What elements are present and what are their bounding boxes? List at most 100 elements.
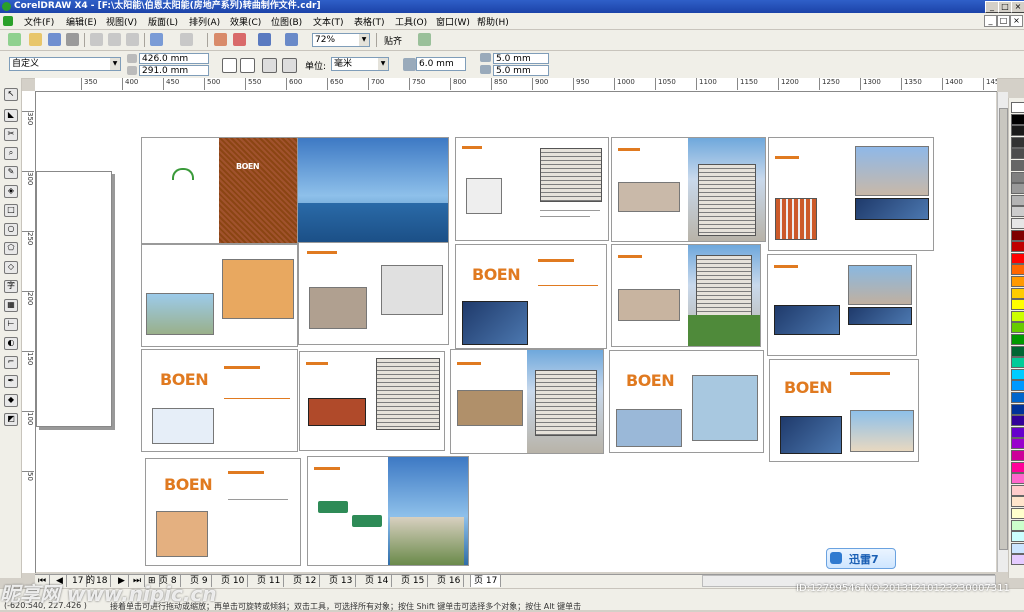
vertical-scrollbar[interactable] — [997, 92, 1008, 572]
outline-tool-icon[interactable]: ✒ — [4, 375, 18, 388]
color-swatch[interactable] — [1011, 136, 1024, 148]
freehand-tool-icon[interactable]: ✎ — [4, 166, 18, 179]
menu-bitmaps[interactable]: 位图(B) — [271, 15, 302, 28]
brochure-spread-4[interactable] — [141, 244, 298, 347]
color-swatch[interactable] — [1011, 322, 1024, 334]
menu-tools[interactable]: 工具(O) — [395, 15, 427, 28]
units-select[interactable]: 毫米 ▼ — [331, 57, 389, 71]
doc-restore-button[interactable]: □ — [997, 15, 1010, 27]
brochure-spread-14[interactable]: BOEN — [145, 458, 301, 566]
color-swatch[interactable] — [1011, 299, 1024, 311]
brochure-spread-13[interactable]: BOEN — [769, 359, 919, 462]
tab-page-12[interactable]: 页 12 — [290, 575, 321, 587]
color-swatch[interactable] — [1011, 415, 1024, 427]
interactive-tool-icon[interactable]: ◐ — [4, 337, 18, 350]
color-swatch[interactable] — [1011, 229, 1024, 241]
color-swatch[interactable] — [1011, 276, 1024, 287]
scrollbar-thumb[interactable] — [999, 108, 1008, 550]
brochure-spread-7[interactable] — [611, 244, 761, 347]
zoom-select[interactable]: 72% ▼ — [312, 33, 370, 47]
nudge-distance-input[interactable]: 6.0 mm — [416, 57, 466, 71]
color-swatch[interactable] — [1011, 392, 1024, 403]
color-swatch[interactable] — [1011, 287, 1024, 299]
brochure-spread-12[interactable]: BOEN — [609, 350, 764, 453]
tab-page-15[interactable]: 页 15 — [398, 575, 429, 587]
menu-file[interactable]: 文件(F) — [24, 15, 54, 28]
copy-icon[interactable] — [108, 33, 121, 46]
doc-close-button[interactable]: × — [1010, 15, 1023, 27]
ellipse-tool-icon[interactable]: ○ — [4, 223, 18, 236]
duplicate-x-input[interactable]: 5.0 mm — [493, 53, 549, 64]
color-swatch[interactable] — [1011, 531, 1024, 543]
color-swatch[interactable] — [1011, 519, 1024, 531]
smart-fill-tool-icon[interactable]: ◈ — [4, 185, 18, 198]
menu-table[interactable]: 表格(T) — [354, 15, 385, 28]
welcome-icon[interactable] — [285, 33, 298, 46]
tab-page-11[interactable]: 页 11 — [254, 575, 285, 587]
all-pages-icon[interactable] — [262, 58, 277, 73]
color-swatch[interactable] — [1011, 160, 1024, 171]
drawing-canvas[interactable]: BOEN BOEN BOEN BOEN BOEN BOEN — [36, 92, 996, 572]
redo-icon[interactable] — [180, 33, 193, 46]
color-swatch[interactable] — [1011, 206, 1024, 218]
color-swatch[interactable] — [1011, 113, 1024, 125]
tab-page-10[interactable]: 页 10 — [218, 575, 249, 587]
menu-window[interactable]: 窗口(W) — [436, 15, 470, 28]
pick-tool-icon[interactable]: ↖ — [4, 88, 18, 101]
tab-page-14[interactable]: 页 14 — [362, 575, 393, 587]
color-swatch[interactable] — [1011, 183, 1024, 195]
text-tool-icon[interactable]: 字 — [4, 280, 18, 293]
options-icon[interactable] — [418, 33, 431, 46]
table-tool-icon[interactable]: ▦ — [4, 299, 18, 312]
page-width-input[interactable]: 426.0 mm — [139, 53, 209, 64]
color-swatch[interactable] — [1011, 125, 1024, 137]
eyedropper-tool-icon[interactable]: ⌐ — [4, 356, 18, 369]
brochure-spread-cover[interactable]: BOEN — [141, 137, 298, 244]
brochure-spread-6[interactable]: BOEN — [455, 244, 607, 349]
color-swatch[interactable] — [1011, 218, 1024, 229]
color-swatch[interactable] — [1011, 380, 1024, 392]
close-button[interactable]: × — [1011, 1, 1024, 13]
brochure-spread-9[interactable]: BOEN — [141, 349, 298, 452]
brochure-spread-sea[interactable] — [297, 137, 449, 244]
print-icon[interactable] — [66, 33, 79, 46]
current-page-icon[interactable] — [282, 58, 297, 73]
color-swatch[interactable] — [1011, 310, 1024, 322]
snap-to-button[interactable]: 贴齐 — [384, 34, 402, 47]
rectangle-tool-icon[interactable]: □ — [4, 204, 18, 217]
brochure-spread-1[interactable] — [455, 137, 609, 241]
brochure-spread-8[interactable] — [767, 254, 917, 356]
tab-page-17[interactable]: 页 17 — [470, 575, 502, 587]
interactive-fill-tool-icon[interactable]: ◩ — [4, 413, 18, 426]
open-icon[interactable] — [29, 33, 42, 46]
color-swatch[interactable] — [1011, 542, 1024, 554]
app-launcher-icon[interactable] — [258, 33, 271, 46]
color-swatch[interactable] — [1011, 496, 1024, 508]
import-icon[interactable] — [214, 33, 227, 46]
menu-effects[interactable]: 效果(C) — [230, 15, 261, 28]
color-swatch[interactable] — [1011, 473, 1024, 485]
brochure-spread-2[interactable] — [611, 137, 766, 242]
portrait-icon[interactable] — [222, 58, 237, 73]
color-swatch[interactable] — [1011, 194, 1024, 206]
tab-page-13[interactable]: 页 13 — [326, 575, 357, 587]
brochure-spread-3[interactable] — [768, 137, 934, 251]
fill-tool-icon[interactable]: ◆ — [4, 394, 18, 407]
crop-tool-icon[interactable]: ✂ — [4, 128, 18, 141]
doc-minimize-button[interactable]: _ — [984, 15, 997, 27]
save-icon[interactable] — [48, 33, 61, 46]
color-swatch[interactable] — [1011, 450, 1024, 461]
color-swatch[interactable] — [1011, 426, 1024, 438]
duplicate-y-input[interactable]: 5.0 mm — [493, 65, 549, 76]
undo-icon[interactable] — [150, 33, 163, 46]
color-swatch[interactable] — [1011, 508, 1024, 519]
xunlei-badge[interactable]: 迅雷7 — [826, 548, 896, 569]
brochure-spread-15[interactable] — [307, 456, 469, 566]
menu-edit[interactable]: 编辑(E) — [66, 15, 97, 28]
menu-text[interactable]: 文本(T) — [313, 15, 344, 28]
color-swatch[interactable] — [1011, 438, 1024, 450]
brochure-spread-10[interactable] — [299, 351, 445, 451]
color-swatch[interactable] — [1011, 368, 1024, 380]
menu-layout[interactable]: 版面(L) — [148, 15, 178, 28]
new-icon[interactable] — [8, 33, 21, 46]
